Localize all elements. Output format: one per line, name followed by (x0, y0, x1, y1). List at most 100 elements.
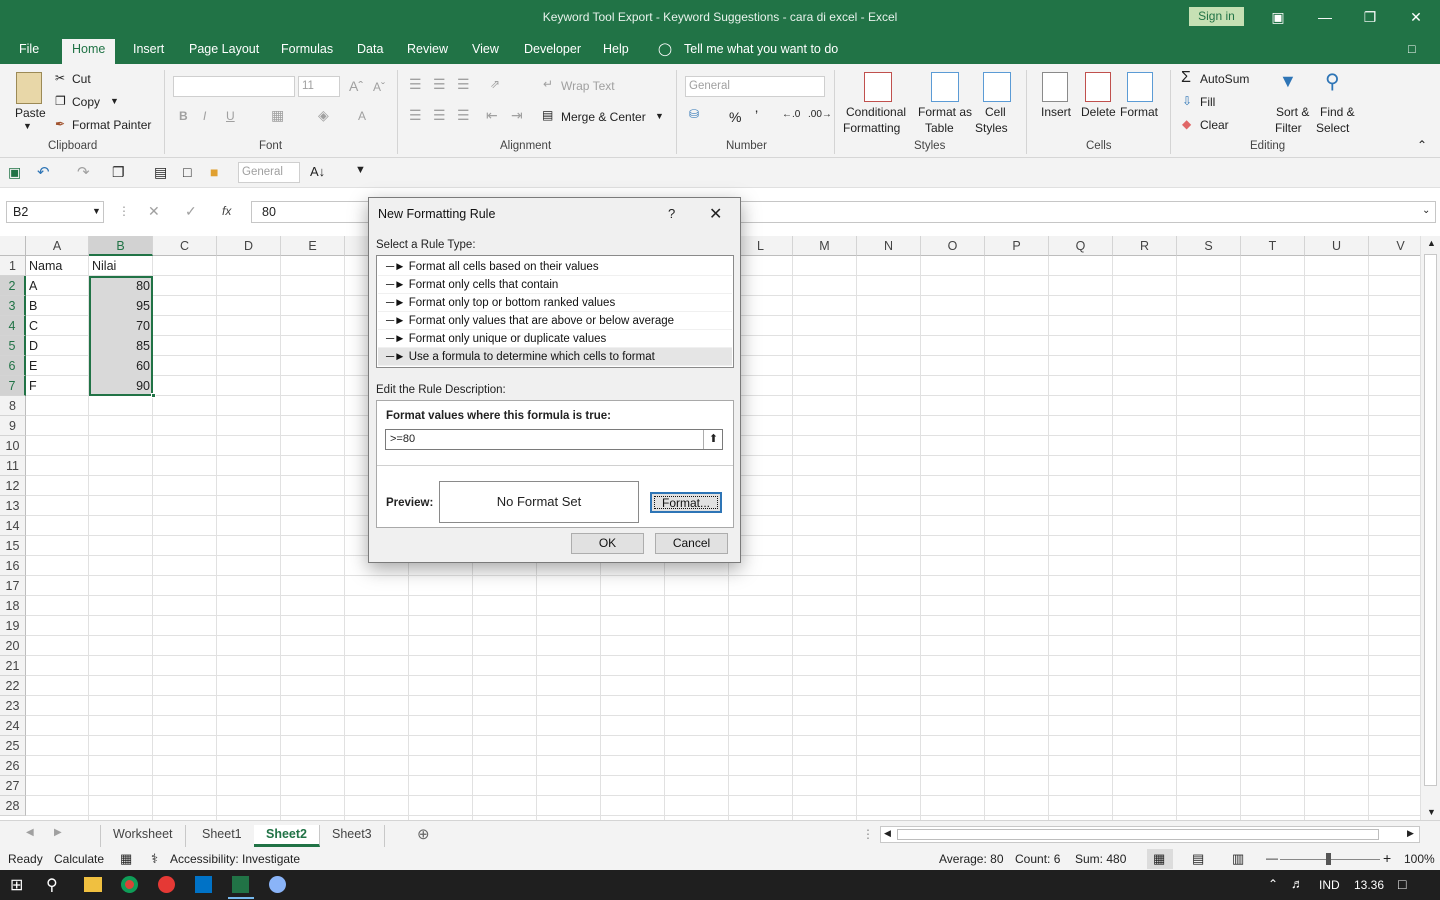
tab-page-layout[interactable]: Page Layout (189, 41, 259, 57)
new-sheet-icon[interactable]: ⊕ (417, 825, 430, 843)
tab-home[interactable]: Home (62, 39, 116, 64)
zoom-level[interactable]: 100% (1404, 852, 1435, 866)
wrap-text-button[interactable]: Wrap Text (561, 79, 615, 93)
cancel-button[interactable]: Cancel (655, 533, 728, 554)
font-color-icon[interactable]: A (358, 109, 366, 123)
fill-color-icon[interactable]: ◈ (318, 107, 329, 124)
comma-style-icon[interactable]: ’ (755, 107, 758, 123)
prev-sheet-icon[interactable]: ◀ (26, 827, 34, 838)
row-header[interactable]: 19 (0, 616, 26, 636)
row-header[interactable]: 18 (0, 596, 26, 616)
row-header[interactable]: 8 (0, 396, 26, 416)
language-indicator[interactable]: IND (1319, 878, 1340, 892)
decrease-indent-icon[interactable]: ⇤ (486, 107, 498, 124)
cell-styles-button[interactable]: Cell (985, 105, 1006, 119)
row-header[interactable]: 17 (0, 576, 26, 596)
clear-button[interactable]: Clear (1200, 118, 1229, 132)
minimize-icon[interactable]: — (1310, 6, 1340, 28)
chevron-down-icon[interactable]: ▼ (110, 96, 119, 106)
row-header[interactable]: 13 (0, 496, 26, 516)
outlook-icon[interactable] (195, 876, 212, 893)
number-format-dropdown[interactable]: General (685, 76, 825, 97)
clock[interactable]: 13.36 (1354, 878, 1384, 892)
zoom-slider-thumb[interactable] (1326, 853, 1331, 865)
font-name-dropdown[interactable] (173, 76, 295, 97)
bold-icon[interactable]: B (179, 109, 188, 123)
row-header[interactable]: 3 (0, 296, 26, 316)
increase-decimal-icon[interactable]: ←.0 (782, 109, 800, 120)
zoom-in-icon[interactable]: + (1383, 850, 1391, 866)
comments-icon[interactable]: □ (1408, 41, 1416, 57)
volume-icon[interactable]: ♬ (1291, 876, 1304, 891)
rule-type-item[interactable]: ─► Format all cells based on their value… (378, 258, 732, 276)
accessibility-status[interactable]: Accessibility: Investigate (170, 852, 300, 866)
row-header[interactable]: 12 (0, 476, 26, 496)
close-icon[interactable]: ✕ (1401, 6, 1431, 28)
fill-button[interactable]: Fill (1200, 95, 1215, 109)
cell-b2[interactable]: 80 (89, 276, 153, 296)
underline-icon[interactable]: U (226, 109, 235, 123)
collapse-dialog-icon[interactable]: ⬆ (703, 430, 723, 449)
undo-icon[interactable]: ↶ (37, 163, 50, 181)
insert-cells-button[interactable]: Insert (1041, 105, 1071, 119)
increase-font-icon[interactable]: Aˆ (349, 78, 363, 94)
accessibility-icon[interactable]: ⚕ (151, 851, 158, 867)
cell-b3[interactable]: 95 (89, 296, 153, 316)
borders-icon[interactable]: ▦ (271, 107, 284, 124)
sheet-tab-worksheet[interactable]: Worksheet (100, 825, 186, 847)
next-sheet-icon[interactable]: ▶ (54, 827, 62, 838)
name-box[interactable]: B2 (6, 201, 104, 223)
align-right-icon[interactable]: ☰ (457, 107, 470, 124)
cell-b4[interactable]: 70 (89, 316, 153, 336)
row-header[interactable]: 9 (0, 416, 26, 436)
rule-type-item[interactable]: ─► Format only top or bottom ranked valu… (378, 294, 732, 312)
column-header[interactable]: S (1177, 236, 1241, 256)
cell-a6[interactable]: E (26, 356, 89, 376)
row-header[interactable]: 15 (0, 536, 26, 556)
print-preview-icon[interactable]: ▤ (154, 164, 167, 181)
ok-button[interactable]: OK (571, 533, 644, 554)
sort-filter-button[interactable]: Sort & (1276, 105, 1309, 119)
merge-center-button[interactable]: Merge & Center (561, 110, 646, 124)
format-painter-button[interactable]: Format Painter (72, 118, 151, 132)
split-handle-icon[interactable]: ⋮ (862, 827, 874, 841)
row-header[interactable]: 25 (0, 736, 26, 756)
scroll-right-icon[interactable]: ▶ (1407, 828, 1414, 839)
row-header[interactable]: 10 (0, 436, 26, 456)
cell-a5[interactable]: D (26, 336, 89, 356)
top-align-icon[interactable]: ☰ (409, 76, 422, 93)
insert-function-icon[interactable]: fx (222, 204, 231, 218)
decrease-font-icon[interactable]: Aˇ (373, 80, 385, 94)
notifications-icon[interactable]: □ (1398, 876, 1406, 892)
scroll-left-icon[interactable]: ◀ (884, 828, 891, 839)
tab-insert[interactable]: Insert (133, 41, 164, 57)
page-layout-view-icon[interactable]: ▤ (1192, 851, 1204, 867)
chevron-down-icon[interactable]: ▼ (23, 121, 32, 131)
search-icon[interactable]: ⚲ (46, 875, 58, 895)
app-icon[interactable] (269, 876, 286, 893)
cell-a2[interactable]: A (26, 276, 89, 296)
calculate-button[interactable]: Calculate (54, 852, 104, 866)
italic-icon[interactable]: I (203, 109, 206, 123)
cell-b1[interactable]: Nilai (89, 256, 153, 276)
chrome-icon[interactable] (121, 876, 138, 893)
tab-help[interactable]: Help (603, 41, 629, 57)
row-header[interactable]: 7 (0, 376, 26, 396)
row-header[interactable]: 5 (0, 336, 26, 356)
excel-taskbar-icon[interactable] (232, 876, 249, 893)
rule-type-item-selected[interactable]: ─► Use a formula to determine which cell… (378, 348, 732, 366)
vertical-scroll-thumb[interactable] (1424, 254, 1437, 786)
new-file-icon[interactable]: □ (183, 164, 191, 180)
format-button[interactable]: Format... (650, 492, 722, 513)
tab-review[interactable]: Review (407, 41, 448, 57)
tell-me-search[interactable]: Tell me what you want to do (684, 41, 838, 57)
restore-icon[interactable]: ❐ (1355, 6, 1385, 28)
row-header[interactable]: 14 (0, 516, 26, 536)
cell-styles-label[interactable]: Styles (975, 121, 1008, 135)
sort-filter-label[interactable]: Filter (1275, 121, 1302, 135)
qat-number-format-dropdown[interactable]: General (238, 162, 300, 183)
find-select-button[interactable]: Find & (1320, 105, 1355, 119)
redo-icon[interactable]: ↷ (77, 163, 90, 181)
row-header[interactable]: 23 (0, 696, 26, 716)
format-as-table-button[interactable]: Format as (918, 105, 972, 119)
